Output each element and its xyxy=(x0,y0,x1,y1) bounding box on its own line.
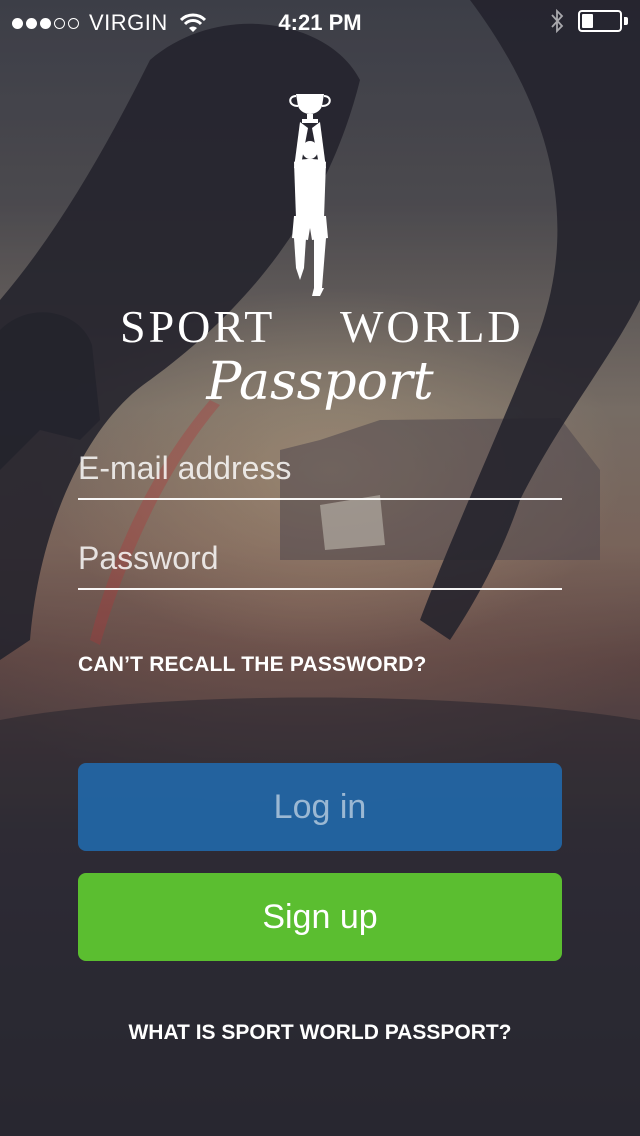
battery-nub xyxy=(624,17,628,25)
logo-script-passport: Passport xyxy=(206,352,434,412)
status-time: 4:21 PM xyxy=(278,10,362,35)
signup-button[interactable]: Sign up xyxy=(78,873,562,961)
login-button[interactable]: Log in xyxy=(78,763,562,851)
battery-fill xyxy=(582,14,593,28)
about-link[interactable]: WHAT IS SPORT WORLD PASSPORT? xyxy=(0,1021,640,1045)
email-field xyxy=(78,438,562,500)
email-input[interactable] xyxy=(78,438,562,498)
logo-word-sport: SPORT xyxy=(120,301,276,352)
logo-word-world: WORLD xyxy=(340,301,524,352)
trophy-figure-icon xyxy=(289,94,331,296)
battery-icon xyxy=(578,10,628,32)
password-input[interactable] xyxy=(78,528,562,588)
bluetooth-icon xyxy=(551,9,564,33)
app-logo: SPORT WORLD Passport xyxy=(0,84,640,412)
status-bar: VIRGIN 4:21 PM xyxy=(0,0,640,44)
password-field xyxy=(78,528,562,590)
forgot-password-link[interactable]: CAN’T RECALL THE PASSWORD? xyxy=(78,653,427,677)
status-right xyxy=(550,9,628,33)
